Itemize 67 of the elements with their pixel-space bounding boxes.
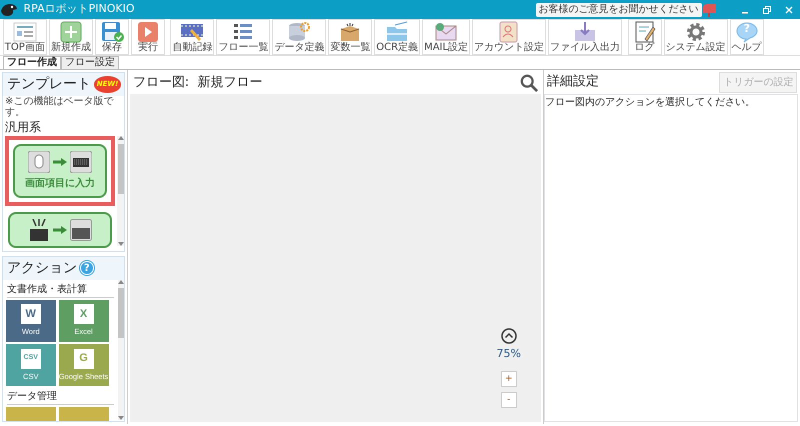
down-arrow-icon[interactable] — [118, 416, 124, 420]
right-arrow-icon — [53, 226, 67, 234]
up-arrow-icon[interactable] — [118, 136, 124, 140]
down-arrow-icon[interactable] — [118, 242, 124, 246]
document-icon: G — [74, 348, 94, 369]
screen-icon — [12, 21, 37, 43]
chevron-up-circle-icon[interactable] — [500, 328, 517, 344]
window-title: RPAロボットPINOKIO — [24, 1, 134, 18]
database-gear-icon — [287, 21, 312, 43]
section-heading: 文書作成・表計算 — [7, 282, 114, 298]
restore-icon[interactable] — [762, 4, 772, 14]
up-arrow-icon[interactable] — [118, 280, 124, 284]
card-label: 画面項目に入力 — [25, 176, 95, 191]
toolbar-button[interactable]: システム設定 — [664, 19, 728, 55]
zoom-out-button[interactable]: - — [500, 392, 517, 408]
screen-icon — [70, 218, 92, 240]
zoom-level: 75% — [496, 346, 521, 362]
envelope-icon — [434, 21, 458, 43]
search-icon[interactable] — [520, 74, 538, 92]
speech-bubble-icon — [734, 21, 759, 43]
toolbar-button[interactable]: アカウント設定 — [472, 19, 546, 55]
category-label: 汎用系 — [4, 119, 42, 136]
section-title: テンプレート — [7, 75, 91, 94]
toolbar-button[interactable]: ファイル入出力 — [548, 19, 622, 55]
zoom-in-button[interactable]: + — [500, 370, 517, 386]
right-arrow-icon — [53, 158, 67, 166]
section-title: アクション — [7, 258, 77, 278]
message-text: フロー図内のアクションを選択してください。 — [545, 96, 756, 110]
toolbar-button[interactable]: 保存 — [94, 19, 129, 55]
flow-canvas[interactable]: 75% + - — [130, 94, 541, 422]
tray-arrow-icon — [573, 21, 598, 43]
mailbox-icon[interactable] — [702, 2, 718, 16]
bird-logo-icon — [0, 2, 18, 18]
toolbar-button[interactable]: 自動記録 — [170, 19, 214, 55]
section-heading: データ管理 — [7, 389, 114, 406]
toolbar-button[interactable]: MAIL設定 — [422, 19, 470, 55]
keyboard-icon — [70, 151, 92, 173]
tab[interactable]: フロー作成 — [2, 56, 61, 69]
feedback-link[interactable]: お客様のご意見をお聞かせください — [536, 2, 702, 16]
toolbar-button[interactable]: 変数一覧 — [328, 19, 372, 55]
flow-title: フロー図: 新規フロー — [132, 74, 262, 92]
toolbar-button[interactable]: ? ヘルプ — [730, 19, 764, 55]
plus-icon — [58, 21, 83, 43]
toolbar-button[interactable]: OCR定義 — [374, 19, 420, 55]
template-card[interactable] — [8, 212, 112, 248]
document-icon: W — [20, 304, 41, 324]
floppy-disk-icon — [100, 21, 124, 43]
tab[interactable]: フロー設定 — [60, 56, 119, 69]
film-pencil-icon — [180, 21, 204, 43]
close-icon[interactable] — [784, 4, 794, 14]
scrollbar[interactable] — [117, 136, 124, 246]
mouse-icon — [28, 151, 50, 173]
document-pencil-icon — [632, 21, 657, 43]
play-icon — [136, 21, 160, 43]
document-icon: X — [74, 304, 94, 324]
question-mark: ? — [744, 23, 750, 35]
toolbar-button[interactable]: フロー一覧 — [216, 19, 270, 55]
toolbar-button[interactable]: 新規作成 — [48, 19, 93, 55]
toolbar-button[interactable]: ログ — [628, 19, 662, 55]
scrollbar[interactable] — [118, 280, 124, 420]
toolbar-button[interactable]: データ定義 — [272, 19, 326, 55]
folder-icon — [385, 21, 410, 43]
toolbar-button[interactable]: 実行 — [130, 19, 165, 55]
toolbar-button[interactable]: TOP画面 — [2, 19, 47, 55]
beta-note: ※この機能はベータ版です。 — [4, 96, 114, 118]
panel-title: 詳細設定 — [546, 73, 599, 92]
lamp-icon — [28, 218, 50, 240]
